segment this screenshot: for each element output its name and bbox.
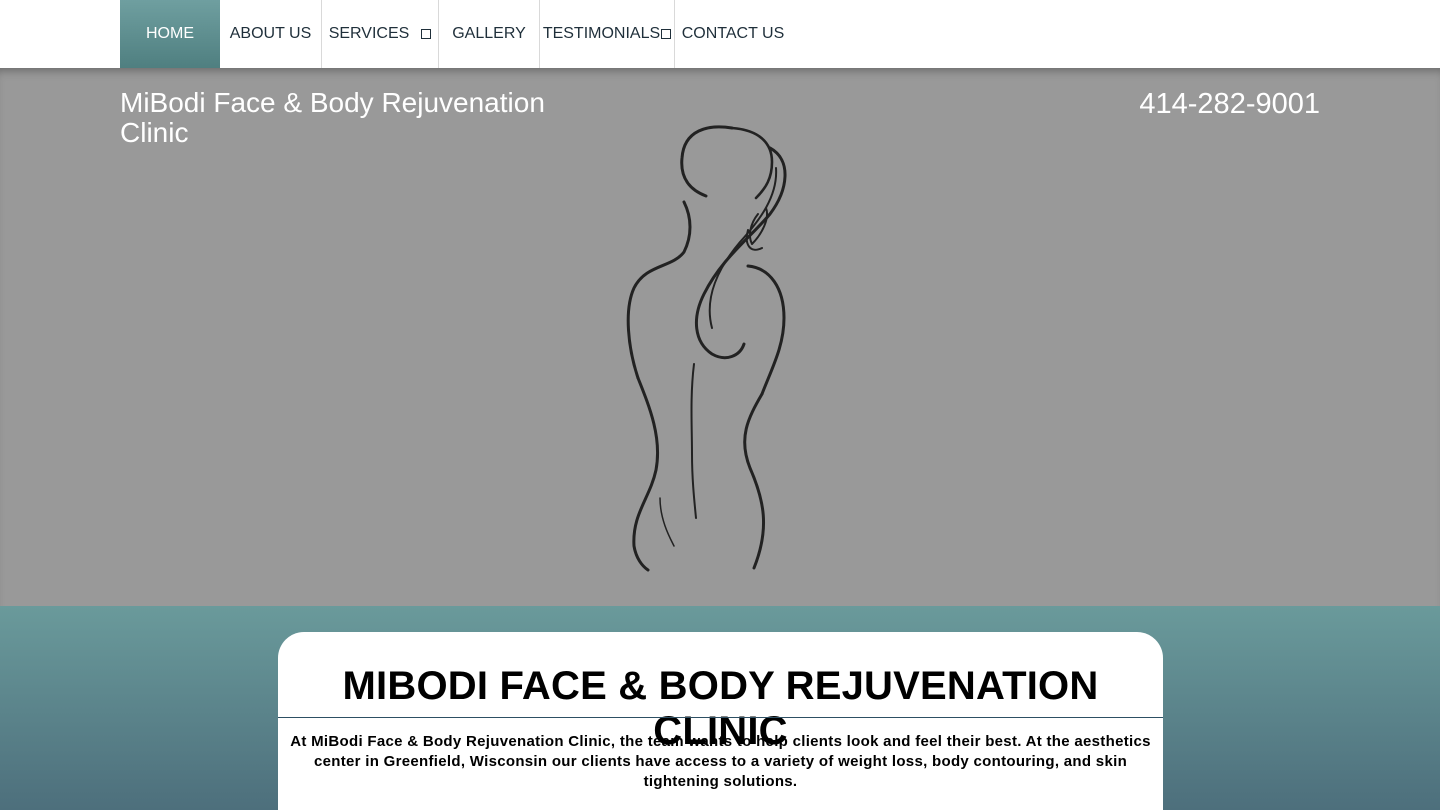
nav-contact-label: CONTACT US (681, 25, 785, 42)
nav-services-label: SERVICES (328, 25, 410, 42)
nav-home[interactable]: HOME (120, 0, 220, 68)
nav-contact-us[interactable]: CONTACT US (675, 0, 791, 68)
content-section: MIBODI FACE & BODY REJUVENATION CLINIC A… (0, 606, 1440, 810)
nav-about-us[interactable]: ABOUT US (220, 0, 322, 68)
nav-testimonials[interactable]: TESTIMONIALS (540, 0, 675, 68)
nav-testimonials-label: TESTIMONIALS (542, 25, 661, 42)
nav-gallery[interactable]: GALLERY (439, 0, 540, 68)
nav-services[interactable]: SERVICES (322, 0, 439, 68)
hero-banner: MiBodi Face & Body Rejuvenation Clinic 4… (0, 68, 1440, 608)
site-title[interactable]: MiBodi Face & Body Rejuvenation Clinic (120, 88, 580, 148)
phone-number[interactable]: 414-282-9001 (1139, 88, 1320, 121)
woman-silhouette-icon (626, 125, 787, 572)
main-menu: HOME ABOUT US SERVICES GALLERY TESTIMONI… (120, 0, 791, 68)
top-navigation: HOME ABOUT US SERVICES GALLERY TESTIMONI… (0, 0, 1440, 68)
nav-about-label: ABOUT US (229, 25, 312, 42)
dropdown-icon[interactable] (421, 29, 432, 39)
nav-gallery-label: GALLERY (452, 25, 526, 42)
intro-paragraph: At MiBodi Face & Body Rejuvenation Clini… (290, 733, 1151, 790)
intro-card: MIBODI FACE & BODY REJUVENATION CLINIC A… (278, 632, 1163, 810)
nav-home-label: HOME (146, 25, 194, 42)
heading-divider (278, 717, 1163, 718)
dropdown-icon[interactable] (661, 29, 672, 39)
